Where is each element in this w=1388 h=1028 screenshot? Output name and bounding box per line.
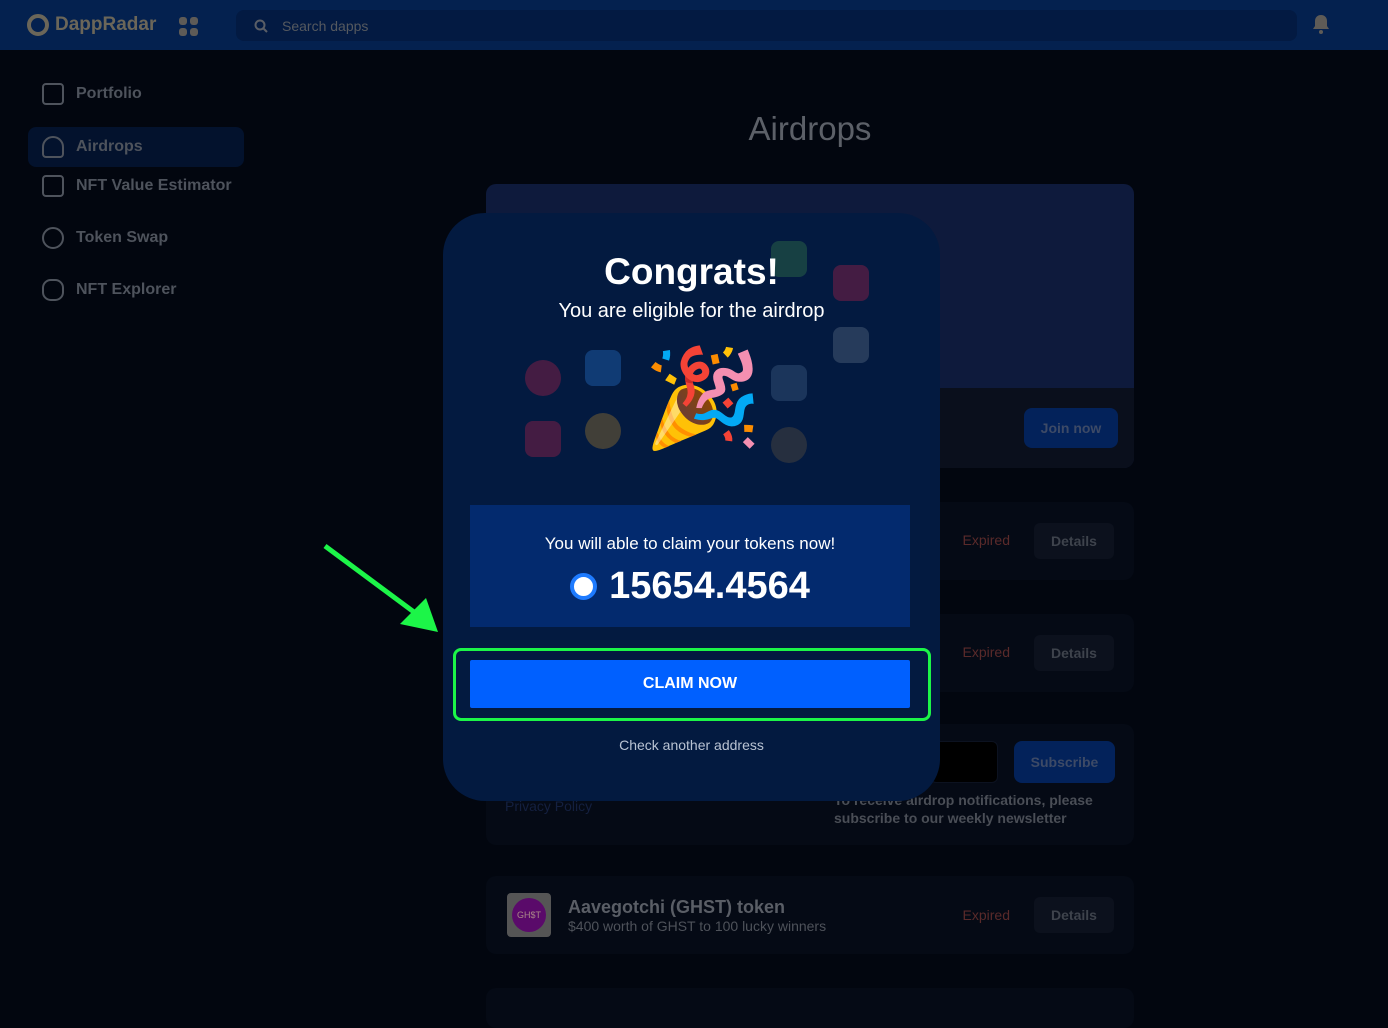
briefcase-icon — [42, 83, 64, 105]
modal-subtitle: You are eligible for the airdrop — [558, 300, 825, 322]
sidebar-item-token-swap[interactable]: Token Swap — [28, 218, 244, 258]
status-badge: Expired — [962, 644, 1010, 660]
dapp-logo-icon — [771, 427, 807, 463]
party-popper-icon: 🎉 — [643, 345, 763, 452]
arrow-annotation-icon — [323, 543, 438, 632]
claim-info-box: You will able to claim your tokens now! … — [470, 505, 910, 627]
dapp-logo-icon — [525, 360, 561, 396]
sidebar-item-nft-explorer[interactable]: NFT Explorer — [28, 270, 244, 310]
sidebar-item-portfolio[interactable]: Portfolio — [28, 74, 244, 114]
sidebar-item-nft-value-estimator[interactable]: NFT Value Estimator — [28, 166, 244, 206]
claim-text: You will able to claim your tokens now! — [544, 534, 836, 553]
status-badge: Expired — [962, 532, 1010, 548]
sidebar-item-label: NFT Value Estimator — [76, 177, 232, 194]
sidebar-item-label: Token Swap — [76, 229, 169, 246]
dappradar-logo[interactable]: DappRadar — [27, 14, 156, 36]
token-icon — [570, 573, 598, 600]
apps-grid-icon[interactable] — [179, 17, 198, 36]
search-icon — [254, 19, 268, 33]
sidebar-item-label: NFT Explorer — [76, 281, 177, 298]
dapp-logo-icon — [771, 365, 807, 401]
token-amount: 15654.4564 — [470, 565, 910, 608]
subscribe-button[interactable]: Subscribe — [1014, 741, 1115, 783]
email-input[interactable] — [930, 741, 998, 783]
airdrop-description: $400 worth of GHST to 100 lucky winners — [568, 918, 827, 934]
details-button[interactable]: Details — [1034, 523, 1114, 559]
hexagon-star-icon — [42, 279, 64, 301]
check-another-address-link[interactable]: Check another address — [443, 737, 940, 753]
dapp-logo-icon — [525, 421, 561, 457]
details-button[interactable]: Details — [1034, 897, 1114, 933]
brand-name: DappRadar — [55, 14, 157, 35]
search-input[interactable] — [282, 17, 682, 34]
radar-icon — [27, 14, 49, 36]
page-title: Airdrops — [748, 110, 872, 147]
top-header: DappRadar — [0, 0, 1388, 50]
modal-title: Congrats! — [604, 251, 779, 292]
amount-value: 15654.4564 — [609, 565, 810, 607]
dapp-logo-icon — [585, 350, 621, 386]
airdrop-name: Aavegotchi (GHST) token — [568, 897, 786, 917]
bell-icon[interactable] — [1312, 14, 1330, 34]
dapp-logo-icon — [585, 413, 621, 449]
sidebar-item-label: Portfolio — [76, 85, 142, 102]
chart-icon — [42, 175, 64, 197]
details-button[interactable]: Details — [1034, 635, 1114, 671]
ghst-logo: GH$T — [507, 893, 551, 937]
join-now-button[interactable]: Join now — [1024, 408, 1118, 448]
swap-icon — [42, 227, 64, 249]
airdrop-row — [486, 988, 1134, 1028]
status-badge: Expired — [962, 907, 1010, 923]
search-bar[interactable] — [236, 10, 1297, 41]
airdrop-row: GH$T Aavegotchi (GHST) token $400 worth … — [486, 876, 1134, 954]
claim-now-button[interactable]: CLAIM NOW — [470, 660, 910, 708]
dapp-logo-icon — [833, 327, 869, 363]
